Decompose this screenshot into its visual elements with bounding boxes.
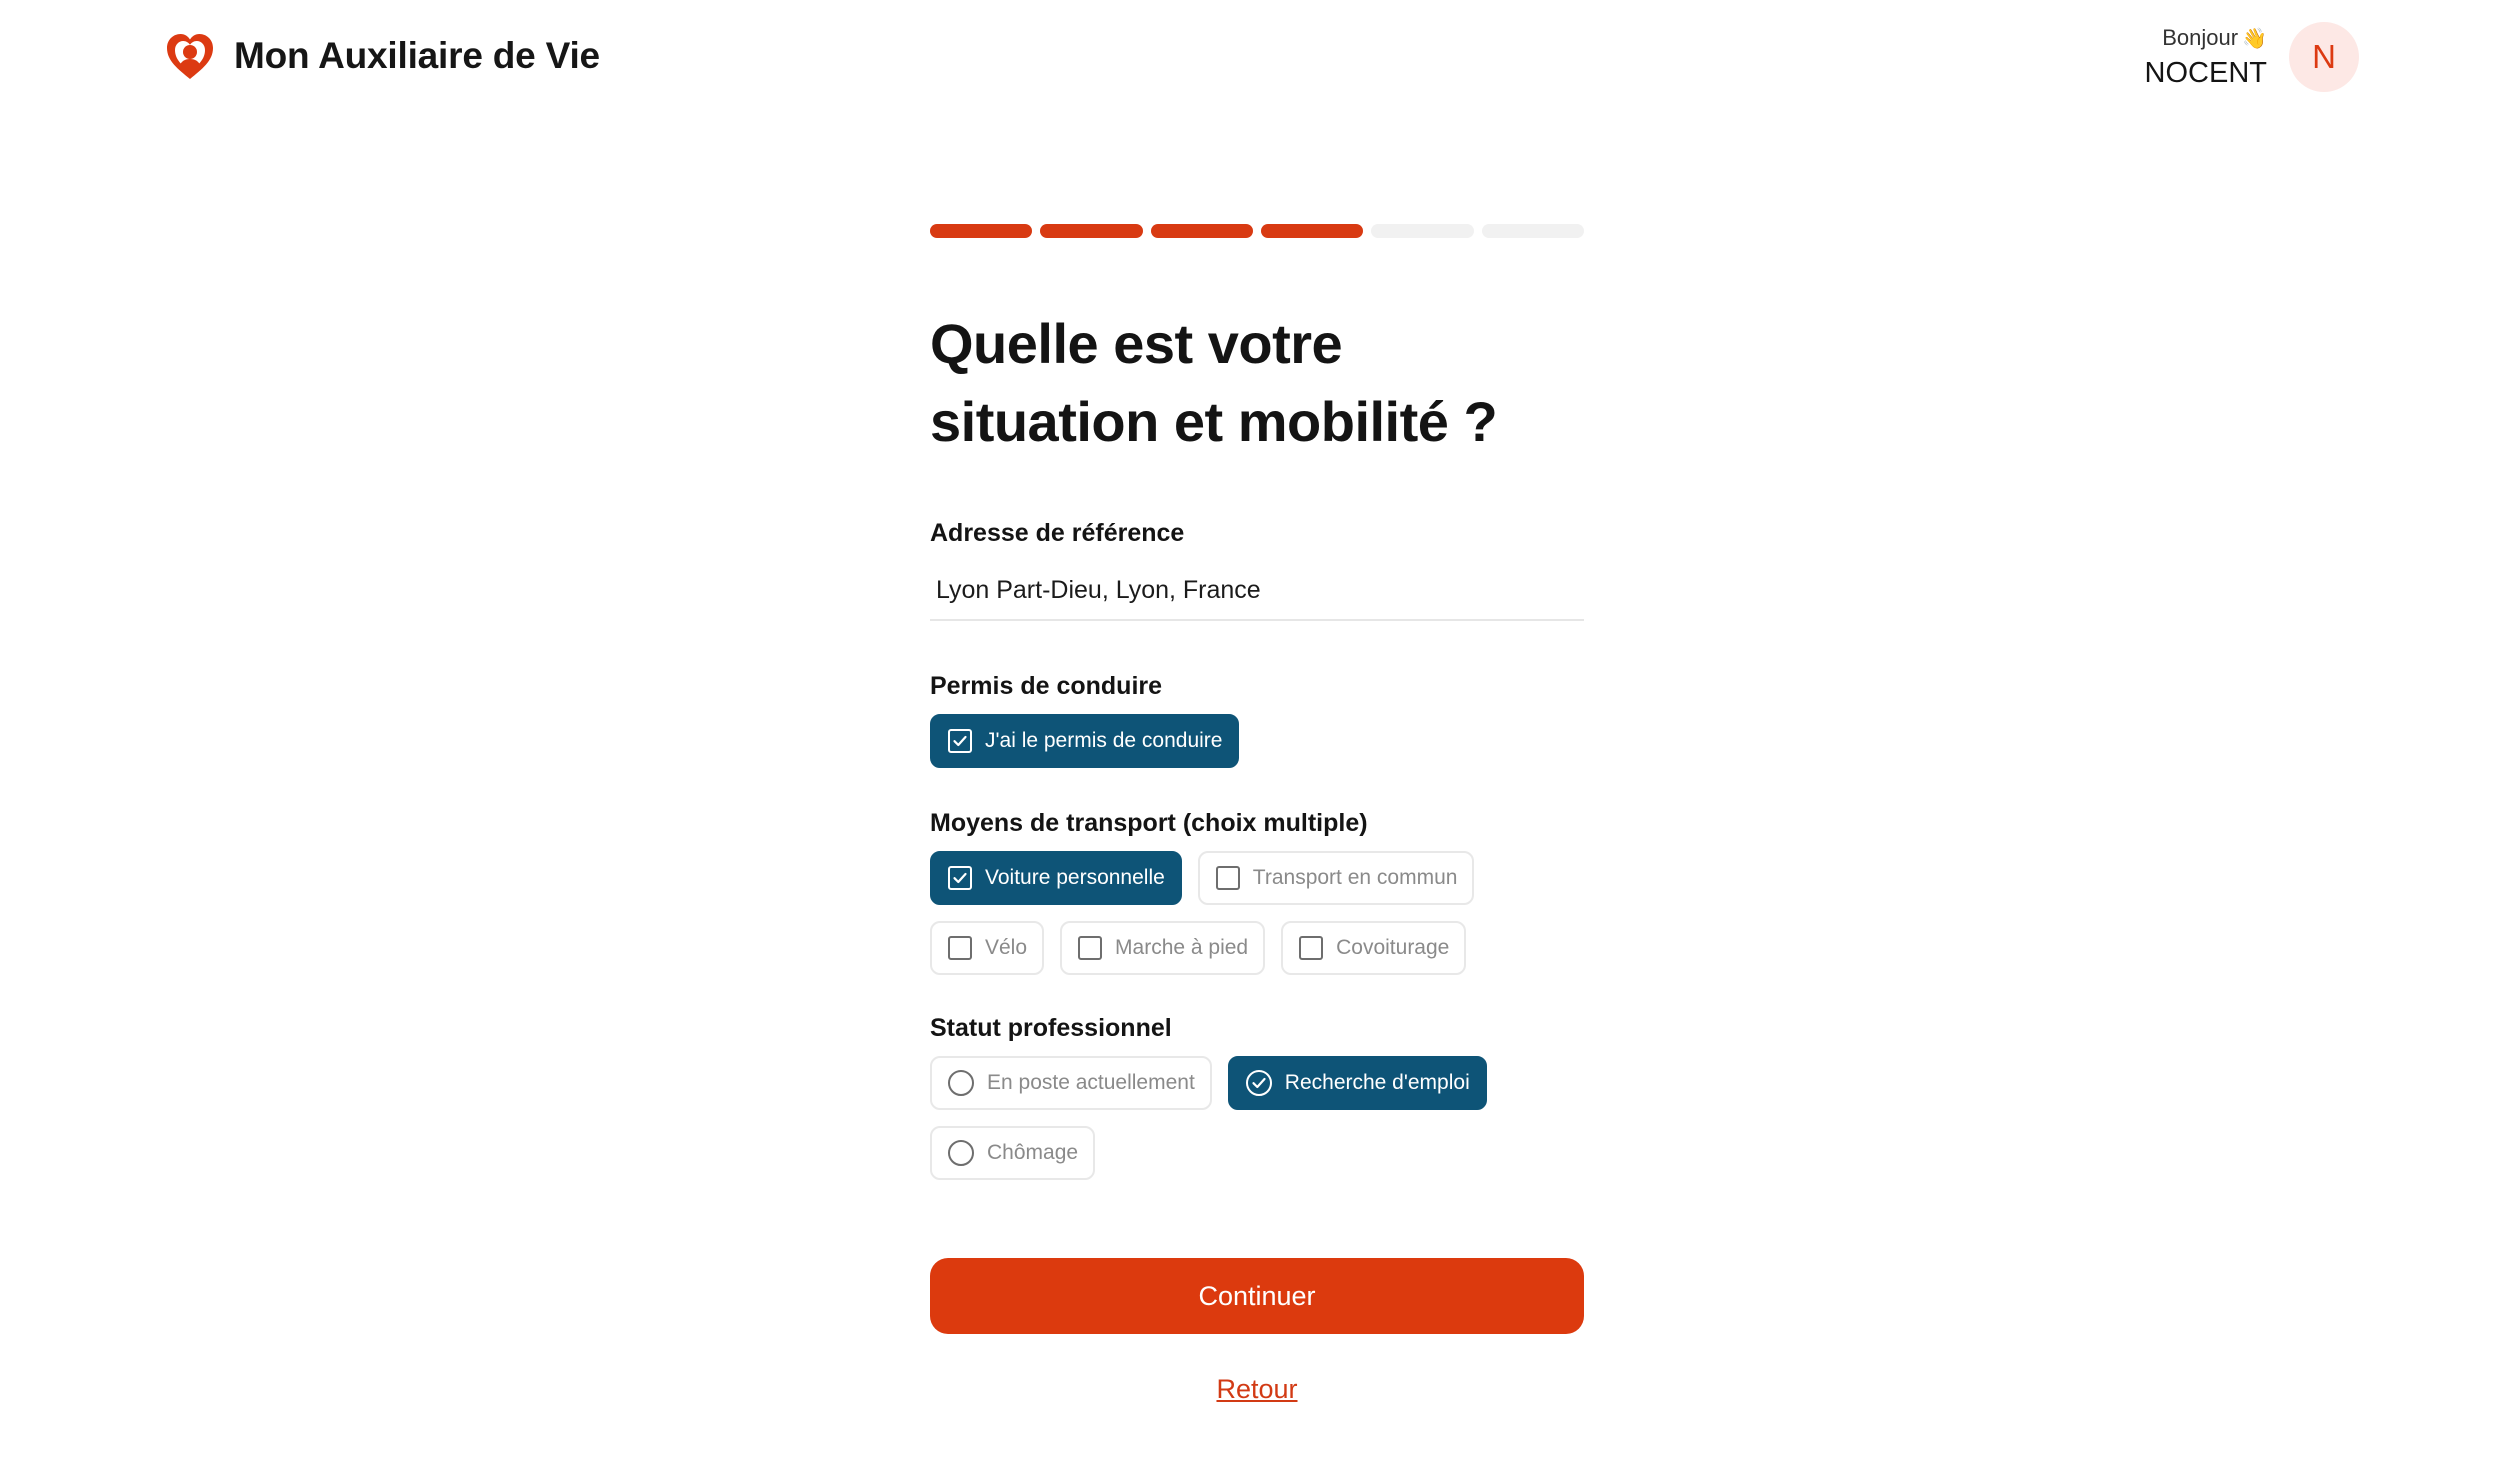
greeting: Bonjour 👋	[2162, 24, 2267, 53]
address-label: Adresse de référence	[930, 519, 1185, 547]
progress-step	[1040, 224, 1143, 238]
progress-step	[1260, 224, 1364, 238]
option-label: Voiture personnelle	[985, 866, 1165, 889]
option-label: Recherche d'emploi	[1284, 1071, 1470, 1094]
permis-section: Permis de conduire J'ai le permis de con…	[930, 670, 1584, 768]
option-label: Vélo	[985, 936, 1028, 959]
transport-section: Moyens de transport (choix multiple) Voi…	[930, 807, 1584, 975]
option-covoiturage[interactable]: Covoiturage	[1281, 921, 1467, 975]
step-progress	[930, 224, 1584, 238]
checkbox-unchecked-icon	[1215, 866, 1240, 890]
progress-step	[1150, 224, 1253, 238]
checkbox-checked-icon	[948, 729, 972, 753]
statut-label: Statut professionnel	[930, 1014, 1172, 1042]
option-en-poste-actuellement[interactable]: En poste actuellement	[930, 1056, 1212, 1110]
back-link-label: Retour	[1216, 1374, 1298, 1404]
continue-button[interactable]: Continuer	[930, 1258, 1584, 1334]
checkbox-unchecked-icon	[1299, 936, 1324, 960]
situation-form: Quelle est votre situation et mobilité ?…	[930, 305, 1584, 1180]
option-label: Covoiturage	[1336, 936, 1450, 959]
transport-options: Voiture personnelle Transport en commun Vé…	[930, 851, 1584, 975]
heart-person-icon	[167, 34, 213, 79]
radio-checked-icon	[1245, 1070, 1272, 1096]
radio-unchecked-icon	[948, 1140, 974, 1166]
avatar[interactable]: N	[2289, 22, 2359, 92]
title-line-2: situation et mobilité ?	[930, 390, 1498, 453]
statut-section: Statut professionnel En poste actuelleme…	[930, 1012, 1584, 1180]
permis-label: Permis de conduire	[930, 672, 1163, 700]
user-name: NOCENT	[2144, 56, 2267, 89]
option-marche-a-pied[interactable]: Marche à pied	[1060, 921, 1266, 975]
radio-unchecked-icon	[948, 1070, 974, 1096]
option-label: J'ai le permis de conduire	[985, 729, 1223, 752]
brand-name: Mon Auxiliaire de Vie	[234, 35, 600, 76]
title-line-1: Quelle est votre	[930, 312, 1343, 375]
greeting-text: Bonjour	[2162, 24, 2239, 50]
option-label: Chômage	[987, 1141, 1079, 1164]
permis-options: J'ai le permis de conduire	[930, 714, 1584, 768]
address-input[interactable]	[930, 561, 1584, 621]
user-menu[interactable]: Bonjour 👋 NOCENT N	[2145, 22, 2359, 92]
option-chomage[interactable]: Chômage	[930, 1126, 1096, 1180]
top-header: Mon Auxiliaire de Vie Bonjour 👋 NOCENT N	[0, 0, 2500, 115]
checkbox-unchecked-icon	[1078, 936, 1103, 960]
option-recherche-d-emploi[interactable]: Recherche d'emploi	[1227, 1056, 1487, 1110]
progress-step	[1371, 224, 1474, 238]
back-link[interactable]: Retour	[930, 1374, 1584, 1405]
option-label: En poste actuellement	[987, 1071, 1195, 1094]
option-label: Marche à pied	[1115, 936, 1249, 959]
option-label: Transport en commun	[1252, 866, 1458, 889]
option-j-ai-le-permis-de-conduire[interactable]: J'ai le permis de conduire	[930, 714, 1240, 768]
user-text: Bonjour 👋 NOCENT	[2145, 24, 2267, 91]
checkbox-unchecked-icon	[948, 936, 972, 960]
option-velo[interactable]: Vélo	[930, 921, 1045, 975]
option-voiture-personnelle[interactable]: Voiture personnelle	[930, 851, 1182, 905]
brand[interactable]: Mon Auxiliaire de Vie	[162, 26, 600, 86]
option-transport-en-commun[interactable]: Transport en commun	[1197, 851, 1475, 905]
statut-options: En poste actuellement Recherche d'emploi C…	[930, 1056, 1584, 1180]
transport-label: Moyens de transport (choix multiple)	[930, 809, 1368, 837]
waving-hand-icon: 👋	[2242, 27, 2267, 50]
progress-step	[930, 224, 1033, 238]
checkbox-checked-icon	[948, 866, 972, 890]
page-title: Quelle est votre situation et mobilité ?	[930, 305, 1584, 461]
progress-step	[1481, 224, 1584, 238]
